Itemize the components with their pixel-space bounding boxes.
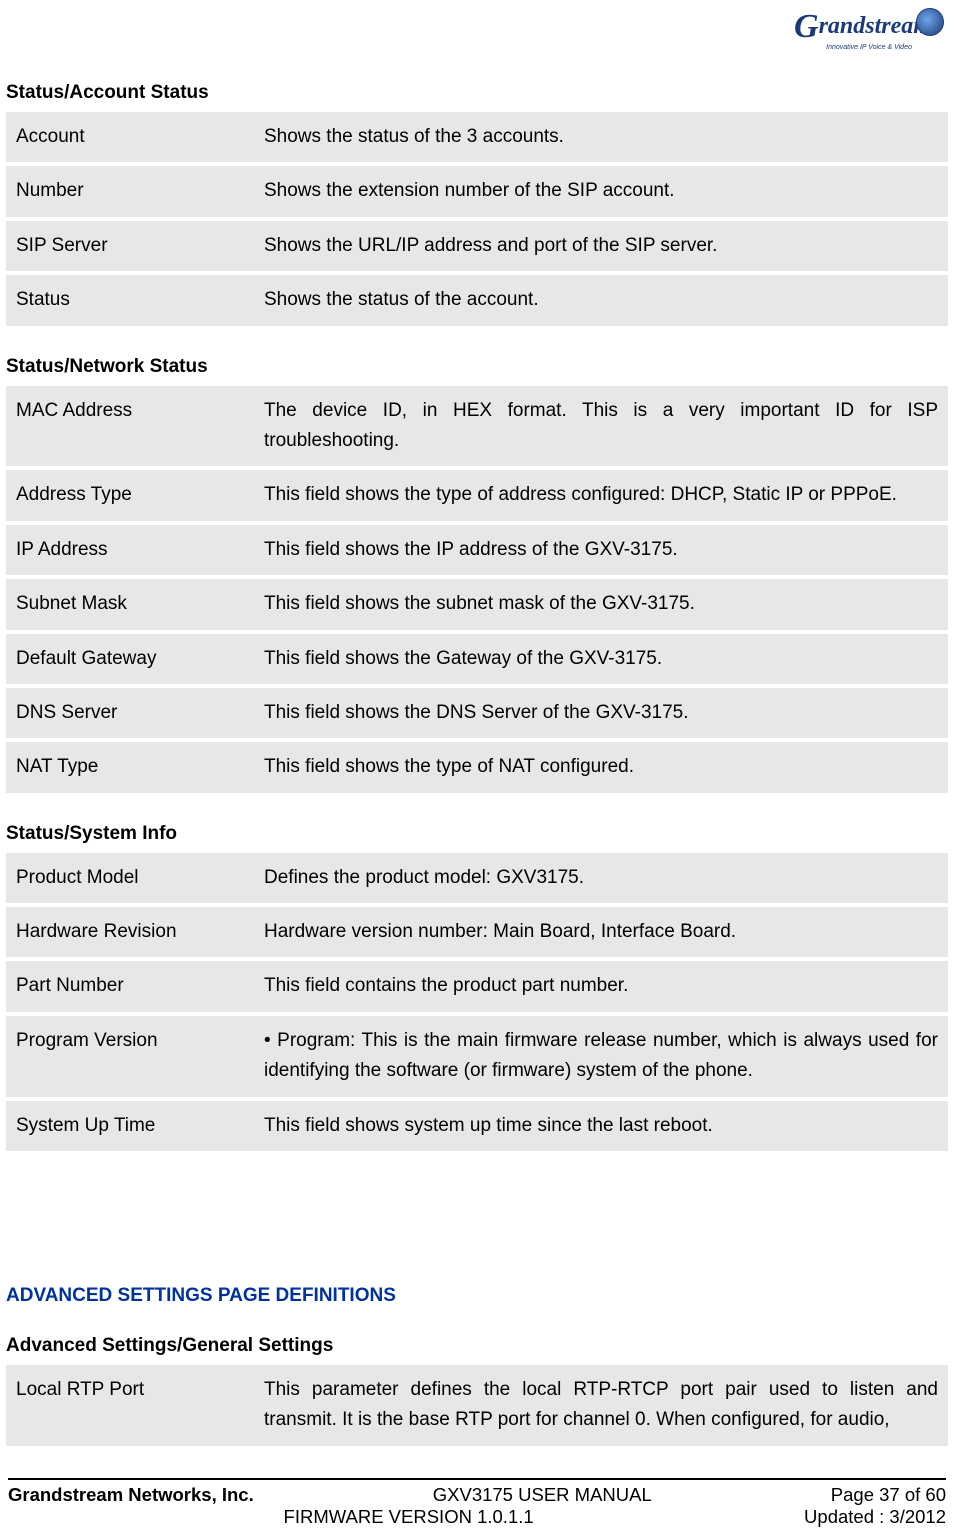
table-row: Program Version • Program: This is the m… bbox=[6, 1016, 948, 1097]
cell-key: Product Model bbox=[6, 853, 254, 903]
table-row: MAC Address The device ID, in HEX format… bbox=[6, 386, 948, 467]
cell-key: System Up Time bbox=[6, 1101, 254, 1151]
footer-page: Page 37 of 60 bbox=[831, 1484, 946, 1506]
section-title-system-info: Status/System Info bbox=[6, 823, 948, 845]
table-row: Default Gateway This field shows the Gat… bbox=[6, 634, 948, 684]
cell-key: Local RTP Port bbox=[6, 1365, 254, 1446]
heading-advanced-settings: ADVANCED SETTINGS PAGE DEFINITIONS bbox=[6, 1285, 948, 1307]
cell-val: This field shows the IP address of the G… bbox=[254, 525, 948, 575]
table-network-status: MAC Address The device ID, in HEX format… bbox=[6, 382, 948, 797]
footer-row-2: FIRMWARE VERSION 1.0.1.1 Updated : 3/201… bbox=[8, 1506, 946, 1528]
table-row: Local RTP Port This parameter defines th… bbox=[6, 1365, 948, 1446]
table-row: NAT Type This field shows the type of NA… bbox=[6, 742, 948, 792]
logo-letter-g: G bbox=[794, 8, 819, 45]
cell-key: Hardware Revision bbox=[6, 907, 254, 957]
cell-val: This field contains the product part num… bbox=[254, 961, 948, 1011]
section-title-network-status: Status/Network Status bbox=[6, 356, 948, 378]
cell-val: This field shows the type of NAT configu… bbox=[254, 742, 948, 792]
cell-val: This field shows the Gateway of the GXV-… bbox=[254, 634, 948, 684]
cell-key: Subnet Mask bbox=[6, 579, 254, 629]
cell-val: Shows the status of the 3 accounts. bbox=[254, 112, 948, 162]
table-account-status: Account Shows the status of the 3 accoun… bbox=[6, 108, 948, 330]
table-row: System Up Time This field shows system u… bbox=[6, 1101, 948, 1151]
table-system-info: Product Model Defines the product model:… bbox=[6, 849, 948, 1155]
phone-icon bbox=[916, 8, 944, 36]
table-row: Number Shows the extension number of the… bbox=[6, 166, 948, 216]
table-row: Subnet Mask This field shows the subnet … bbox=[6, 579, 948, 629]
cell-key: Part Number bbox=[6, 961, 254, 1011]
cell-val: Hardware version number: Main Board, Int… bbox=[254, 907, 948, 957]
table-row: Hardware Revision Hardware version numbe… bbox=[6, 907, 948, 957]
cell-val: The device ID, in HEX format. This is a … bbox=[254, 386, 948, 467]
table-row: Part Number This field contains the prod… bbox=[6, 961, 948, 1011]
table-row: Account Shows the status of the 3 accoun… bbox=[6, 112, 948, 162]
cell-key: Program Version bbox=[6, 1016, 254, 1097]
cell-val: • Program: This is the main firmware rel… bbox=[254, 1016, 948, 1097]
logo-tagline: Innovative IP Voice & Video bbox=[794, 44, 944, 51]
cell-key: IP Address bbox=[6, 525, 254, 575]
cell-val: Defines the product model: GXV3175. bbox=[254, 853, 948, 903]
footer-updated: Updated : 3/2012 bbox=[804, 1506, 946, 1528]
table-row: Status Shows the status of the account. bbox=[6, 275, 948, 325]
page-footer: Grandstream Networks, Inc. GXV3175 USER … bbox=[0, 1472, 954, 1528]
cell-val: This field shows system up time since th… bbox=[254, 1101, 948, 1151]
cell-val: Shows the status of the account. bbox=[254, 275, 948, 325]
table-row: DNS Server This field shows the DNS Serv… bbox=[6, 688, 948, 738]
cell-key: SIP Server bbox=[6, 221, 254, 271]
cell-val: This field shows the subnet mask of the … bbox=[254, 579, 948, 629]
table-general-settings: Local RTP Port This parameter defines th… bbox=[6, 1361, 948, 1450]
cell-key: Default Gateway bbox=[6, 634, 254, 684]
cell-key: Number bbox=[6, 166, 254, 216]
cell-val: Shows the extension number of the SIP ac… bbox=[254, 166, 948, 216]
footer-rule bbox=[8, 1478, 946, 1480]
brand-logo: Grandstream Innovative IP Voice & Video bbox=[794, 8, 944, 63]
cell-val: This field shows the type of address con… bbox=[254, 470, 948, 520]
table-row: SIP Server Shows the URL/IP address and … bbox=[6, 221, 948, 271]
cell-key: Status bbox=[6, 275, 254, 325]
section-title-general-settings: Advanced Settings/General Settings bbox=[6, 1335, 948, 1357]
section-title-account-status: Status/Account Status bbox=[6, 82, 948, 104]
cell-key: MAC Address bbox=[6, 386, 254, 467]
cell-key: Address Type bbox=[6, 470, 254, 520]
footer-row-1: Grandstream Networks, Inc. GXV3175 USER … bbox=[8, 1484, 946, 1506]
cell-val: This field shows the DNS Server of the G… bbox=[254, 688, 948, 738]
footer-company: Grandstream Networks, Inc. bbox=[8, 1484, 254, 1506]
table-row: Address Type This field shows the type o… bbox=[6, 470, 948, 520]
footer-firmware: FIRMWARE VERSION 1.0.1.1 bbox=[13, 1506, 804, 1528]
document-page: Grandstream Innovative IP Voice & Video … bbox=[0, 0, 954, 1540]
cell-val: Shows the URL/IP address and port of the… bbox=[254, 221, 948, 271]
table-row: IP Address This field shows the IP addre… bbox=[6, 525, 948, 575]
cell-key: NAT Type bbox=[6, 742, 254, 792]
cell-val: This parameter defines the local RTP-RTC… bbox=[254, 1365, 948, 1446]
cell-key: DNS Server bbox=[6, 688, 254, 738]
footer-manual: GXV3175 USER MANUAL bbox=[254, 1484, 831, 1506]
table-row: Product Model Defines the product model:… bbox=[6, 853, 948, 903]
logo-brand-rest: randstream bbox=[819, 13, 932, 39]
cell-key: Account bbox=[6, 112, 254, 162]
